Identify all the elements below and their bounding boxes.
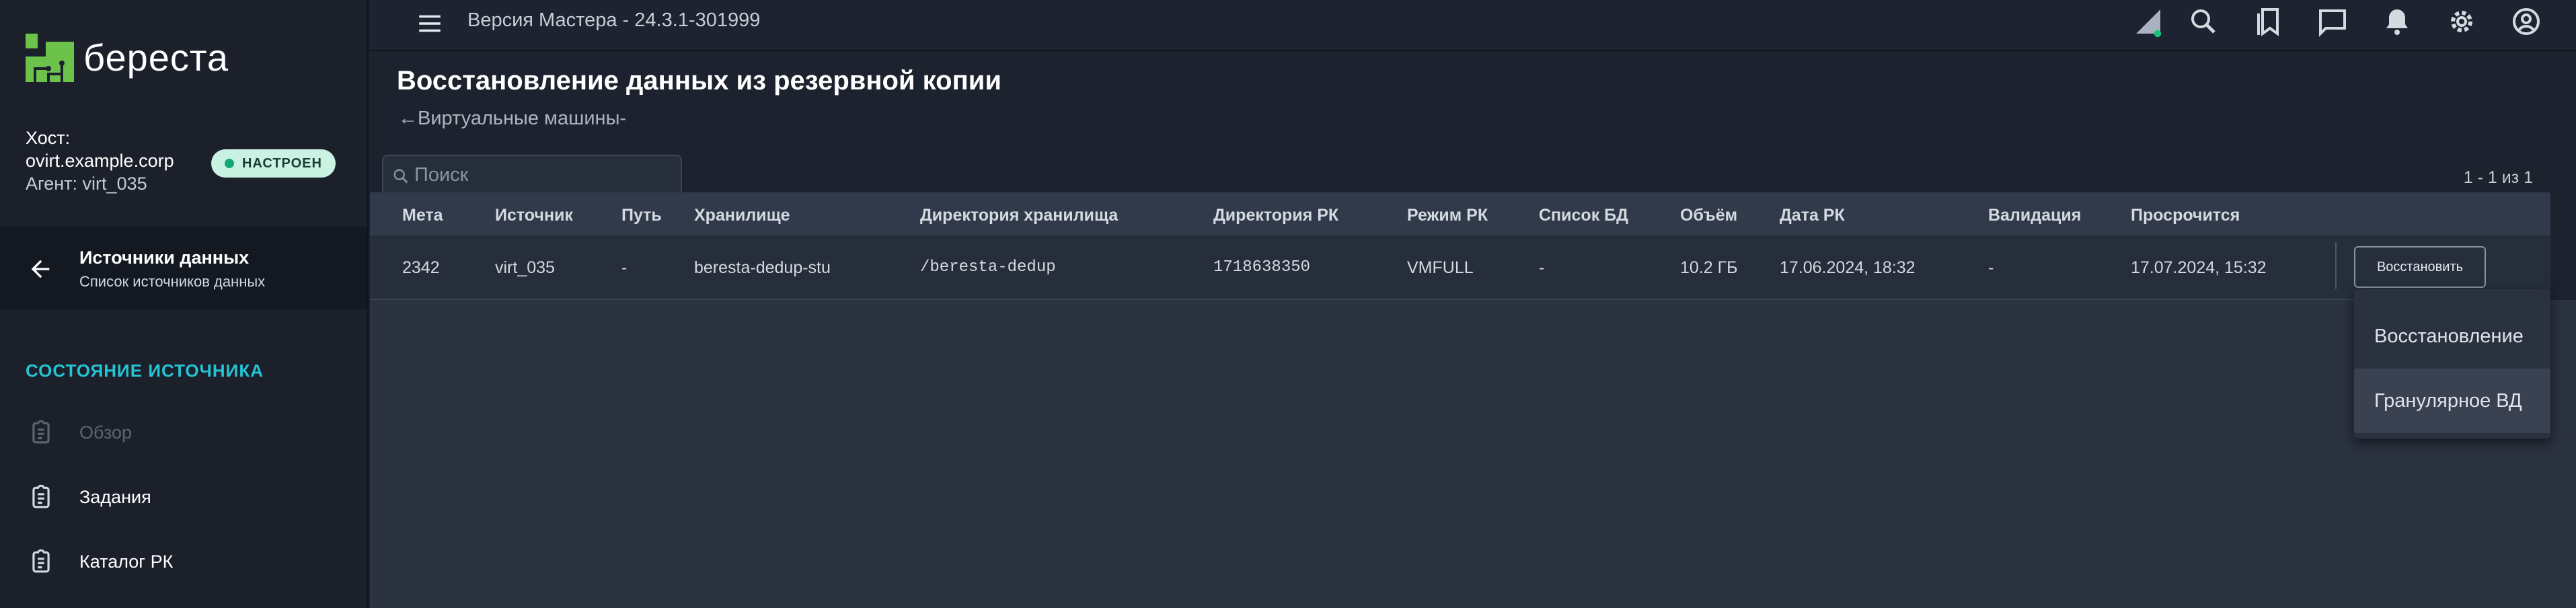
menu-item-label: Восстановление	[2374, 326, 2524, 347]
brand-name: береста	[83, 36, 229, 79]
sidebar: береста Хост: ovirt.example.corp Агент: …	[0, 0, 369, 608]
cell-path: -	[621, 258, 628, 277]
search-box	[382, 155, 682, 195]
cell-source: virt_035	[495, 258, 555, 277]
page-title: Восстановление данных из резервной копии	[397, 66, 1001, 96]
nav-back-subtitle: Список источников данных	[79, 273, 266, 290]
status-badge-label: НАСТРОЕН	[242, 155, 322, 171]
content-background	[370, 300, 2576, 608]
clipboard-icon	[32, 420, 50, 444]
account-icon[interactable]	[2510, 5, 2542, 38]
column-header[interactable]: Дата РК	[1780, 206, 1845, 225]
cell-storage-dir: /beresta-dedup	[920, 258, 1056, 276]
search-icon[interactable]	[2187, 5, 2220, 38]
column-header[interactable]: Директория хранилища	[920, 206, 1118, 225]
cell-validation: -	[1988, 258, 1994, 277]
sidebar-item-backup-catalog[interactable]: Каталог РК	[0, 534, 367, 588]
nav-back-data-sources[interactable]: Источники данных Список источников данны…	[0, 227, 367, 309]
column-header[interactable]: Просрочится	[2131, 206, 2240, 225]
backups-table: Мета Источник Путь Хранилище Директория …	[370, 192, 2550, 300]
cell-backup-dir: 1718638350	[1213, 258, 1311, 276]
sidebar-item-label: Обзор	[79, 422, 132, 443]
chat-icon[interactable]	[2316, 5, 2349, 38]
column-header[interactable]: Мета	[402, 206, 443, 225]
nav-back-title: Источники данных	[79, 248, 250, 268]
menu-icon[interactable]	[416, 9, 444, 38]
status-dot-icon	[225, 159, 234, 168]
sidebar-item-tasks[interactable]: Задания	[0, 469, 367, 523]
column-header[interactable]: Валидация	[1988, 206, 2081, 225]
sidebar-item-overview[interactable]: Обзор	[0, 405, 367, 459]
app-root: береста Хост: ovirt.example.corp Агент: …	[0, 0, 2576, 608]
search-icon	[393, 169, 408, 184]
bookmarks-icon[interactable]	[2252, 5, 2284, 38]
restore-dropdown-menu: Восстановление Гранулярное ВД	[2354, 289, 2550, 439]
logo[interactable]: береста	[26, 34, 229, 82]
menu-item-label: Гранулярное ВД	[2374, 390, 2522, 412]
column-header[interactable]: Режим РК	[1407, 206, 1488, 225]
bell-icon[interactable]	[2381, 5, 2413, 38]
signal-icon	[2136, 9, 2162, 38]
breadcrumb[interactable]: ←Виртуальные машины-	[398, 108, 626, 130]
column-header[interactable]: Объём	[1680, 206, 1737, 225]
cell-backup-date: 17.06.2024, 18:32	[1780, 258, 1916, 277]
search-input[interactable]	[414, 156, 677, 194]
restore-button[interactable]: Восстановить	[2354, 246, 2486, 288]
column-divider	[2335, 242, 2337, 289]
column-header[interactable]: Директория РК	[1213, 206, 1338, 225]
arrow-left-icon	[31, 260, 50, 278]
cell-db-list: -	[1539, 258, 1545, 277]
gear-icon[interactable]	[2446, 5, 2478, 38]
sidebar-item-label: Задания	[79, 487, 151, 507]
column-header[interactable]: Список БД	[1539, 206, 1628, 225]
column-header[interactable]: Хранилище	[694, 206, 790, 225]
menu-item-restore[interactable]: Восстановление	[2354, 304, 2550, 369]
cell-backup-mode: VMFULL	[1407, 258, 1474, 277]
sidebar-item-label: Каталог РК	[79, 552, 174, 572]
app-version: Версия Мастера - 24.3.1-301999	[467, 9, 761, 31]
top-bar: Версия Мастера - 24.3.1-301999	[370, 0, 2576, 51]
clipboard-icon	[32, 484, 50, 508]
table-header: Мета Источник Путь Хранилище Директория …	[370, 192, 2550, 235]
section-title: СОСТОЯНИЕ ИСТОЧНИКА	[26, 360, 264, 381]
status-badge: НАСТРОЕН	[211, 149, 336, 178]
main-content: Восстановление данных из резервной копии…	[370, 52, 2576, 608]
host-label: Хост:	[26, 128, 71, 148]
cell-storage: beresta-dedup-stu	[694, 258, 831, 277]
table-row[interactable]: 2342 virt_035 - beresta-dedup-stu /beres…	[370, 235, 2550, 300]
cell-expires: 17.07.2024, 15:32	[2131, 258, 2267, 277]
pagination-info: 1 - 1 из 1	[2463, 168, 2533, 187]
cell-meta: 2342	[402, 258, 440, 277]
column-header[interactable]: Путь	[621, 206, 662, 225]
clipboard-icon	[32, 549, 50, 573]
cell-size: 10.2 ГБ	[1680, 258, 1738, 277]
column-header[interactable]: Источник	[495, 206, 573, 225]
beresta-logo-icon	[26, 34, 74, 82]
menu-item-granular-restore[interactable]: Гранулярное ВД	[2354, 369, 2550, 433]
